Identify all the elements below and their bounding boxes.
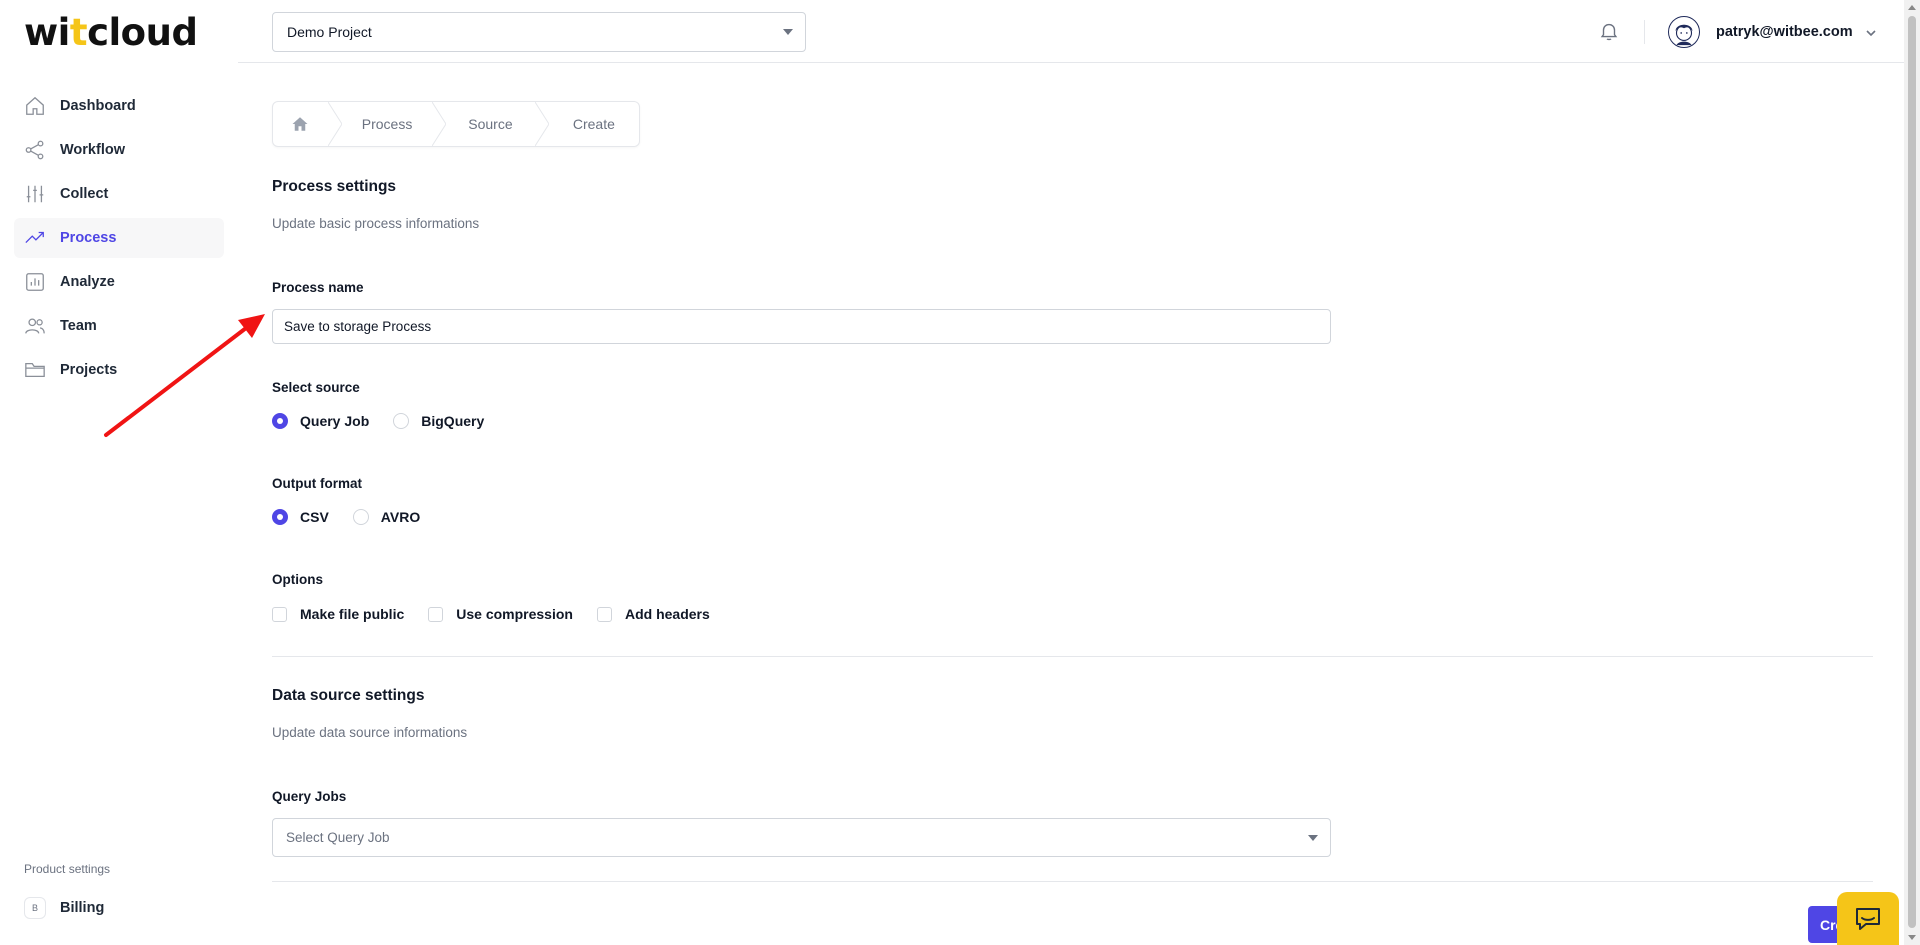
sidebar-item-label: Billing xyxy=(60,900,105,916)
sidebar-item-dashboard[interactable]: Dashboard xyxy=(14,86,224,126)
checkbox[interactable] xyxy=(596,606,612,622)
project-select-value: Demo Project xyxy=(287,24,372,40)
radio-label: CSV xyxy=(300,509,329,525)
sidebar: wi t cloud Dashboard Workflow Collect Proc… xyxy=(0,0,238,945)
scrollbar-thumb[interactable] xyxy=(1908,16,1916,928)
user-email: patryk@witbee.com xyxy=(1716,24,1853,40)
sidebar-item-billing[interactable]: B Billing xyxy=(24,897,104,919)
option-use-compression[interactable]: Use compression xyxy=(428,606,573,622)
section-divider xyxy=(272,881,1873,882)
radio-checked[interactable] xyxy=(272,509,288,525)
process-settings-title: Process settings xyxy=(272,178,397,195)
query-jobs-placeholder: Select Query Job xyxy=(286,830,390,845)
sidebar-item-label: Collect xyxy=(60,186,109,202)
bar-chart-icon xyxy=(24,271,46,293)
radio-label: AVRO xyxy=(380,509,421,525)
witcloud-logo[interactable]: wi t cloud xyxy=(24,10,198,54)
sidebar-item-collect[interactable]: Collect xyxy=(14,174,224,214)
format-option-csv[interactable]: CSV xyxy=(272,509,329,525)
breadcrumb-home[interactable] xyxy=(273,102,328,146)
breadcrumb-separator xyxy=(534,101,550,147)
user-menu[interactable]: patryk@witbee.com xyxy=(1668,16,1877,48)
breadcrumb-separator xyxy=(327,101,343,147)
source-radio-group: Query Job BigQuery xyxy=(272,413,508,429)
bell-icon[interactable] xyxy=(1598,20,1620,42)
output-format-label: Output format xyxy=(272,476,362,491)
scroll-up-icon[interactable] xyxy=(1908,5,1916,10)
caret-down-icon xyxy=(1308,834,1318,841)
sidebar-item-process[interactable]: Process xyxy=(14,218,224,258)
breadcrumb-item-create[interactable]: Create xyxy=(549,102,639,146)
chevron-down-icon xyxy=(1865,26,1877,38)
radio-unchecked[interactable] xyxy=(393,413,410,429)
checkbox-label: Make file public xyxy=(300,606,405,622)
options-label: Options xyxy=(272,572,323,587)
radio-label: Query Job xyxy=(300,413,370,429)
main-content: Process Source Create Process settings U… xyxy=(272,63,1873,945)
query-jobs-select[interactable]: Select Query Job xyxy=(272,818,1331,857)
radio-unchecked[interactable] xyxy=(352,509,369,525)
project-select[interactable]: Demo Project xyxy=(272,12,806,52)
scroll-down-icon[interactable] xyxy=(1908,935,1916,940)
topbar-divider xyxy=(1644,20,1645,44)
chat-widget[interactable] xyxy=(1837,892,1899,945)
home-icon xyxy=(292,117,308,131)
chat-icon xyxy=(1856,907,1880,930)
breadcrumb-item-process[interactable]: Process xyxy=(342,102,432,146)
format-option-avro[interactable]: AVRO xyxy=(352,509,421,525)
query-jobs-label: Query Jobs xyxy=(272,789,347,804)
sidebar-item-label: Process xyxy=(60,230,117,246)
checkbox[interactable] xyxy=(428,606,444,622)
users-icon xyxy=(24,315,46,337)
home-icon xyxy=(24,95,46,117)
option-make-file-public[interactable]: Make file public xyxy=(272,606,404,622)
option-add-headers[interactable]: Add headers xyxy=(596,606,710,622)
caret-down-icon xyxy=(783,29,793,35)
breadcrumb-item-source[interactable]: Source xyxy=(446,102,535,146)
sidebar-item-label: Workflow xyxy=(60,142,125,158)
sidebar-item-label: Team xyxy=(60,318,97,334)
radio-checked[interactable] xyxy=(272,413,288,429)
process-name-label: Process name xyxy=(272,280,364,295)
checkbox-label: Add headers xyxy=(624,606,710,622)
product-settings-heading: Product settings xyxy=(24,862,111,876)
source-option-query-job[interactable]: Query Job xyxy=(272,413,369,429)
checkbox-label: Use compression xyxy=(456,606,573,622)
sidebar-item-workflow[interactable]: Workflow xyxy=(14,130,224,170)
annotation-arrow-icon xyxy=(104,314,265,437)
options-checkbox-group: Make file public Use compression Add hea… xyxy=(272,606,734,622)
topbar: Demo Project patryk@witbee.com xyxy=(238,0,1904,63)
breadcrumb: Process Source Create xyxy=(272,101,640,147)
source-option-bigquery[interactable]: BigQuery xyxy=(393,413,484,429)
section-divider xyxy=(272,656,1873,657)
logo-text-pre: wi xyxy=(24,10,70,54)
process-settings-subtitle: Update basic process informations xyxy=(272,216,480,231)
select-source-label: Select source xyxy=(272,380,360,395)
format-radio-group: CSV AVRO xyxy=(272,509,444,525)
folder-icon xyxy=(24,359,46,381)
breadcrumb-separator xyxy=(431,101,447,147)
sidebar-item-analyze[interactable]: Analyze xyxy=(14,262,224,302)
sliders-icon xyxy=(24,183,46,205)
process-name-input[interactable] xyxy=(272,309,1331,344)
share-icon xyxy=(24,139,46,161)
trend-icon xyxy=(24,227,46,249)
checkbox[interactable] xyxy=(272,606,287,622)
logo-text-accent: t xyxy=(69,10,88,54)
data-source-settings-subtitle: Update data source informations xyxy=(272,725,468,740)
radio-label: BigQuery xyxy=(421,413,485,429)
billing-badge: B xyxy=(24,897,46,919)
avatar xyxy=(1668,16,1700,48)
data-source-settings-title: Data source settings xyxy=(272,687,425,704)
logo-text-post: cloud xyxy=(87,10,198,54)
sidebar-item-label: Dashboard xyxy=(60,98,136,114)
scrollbar[interactable] xyxy=(1904,0,1920,945)
sidebar-item-label: Analyze xyxy=(60,274,115,290)
